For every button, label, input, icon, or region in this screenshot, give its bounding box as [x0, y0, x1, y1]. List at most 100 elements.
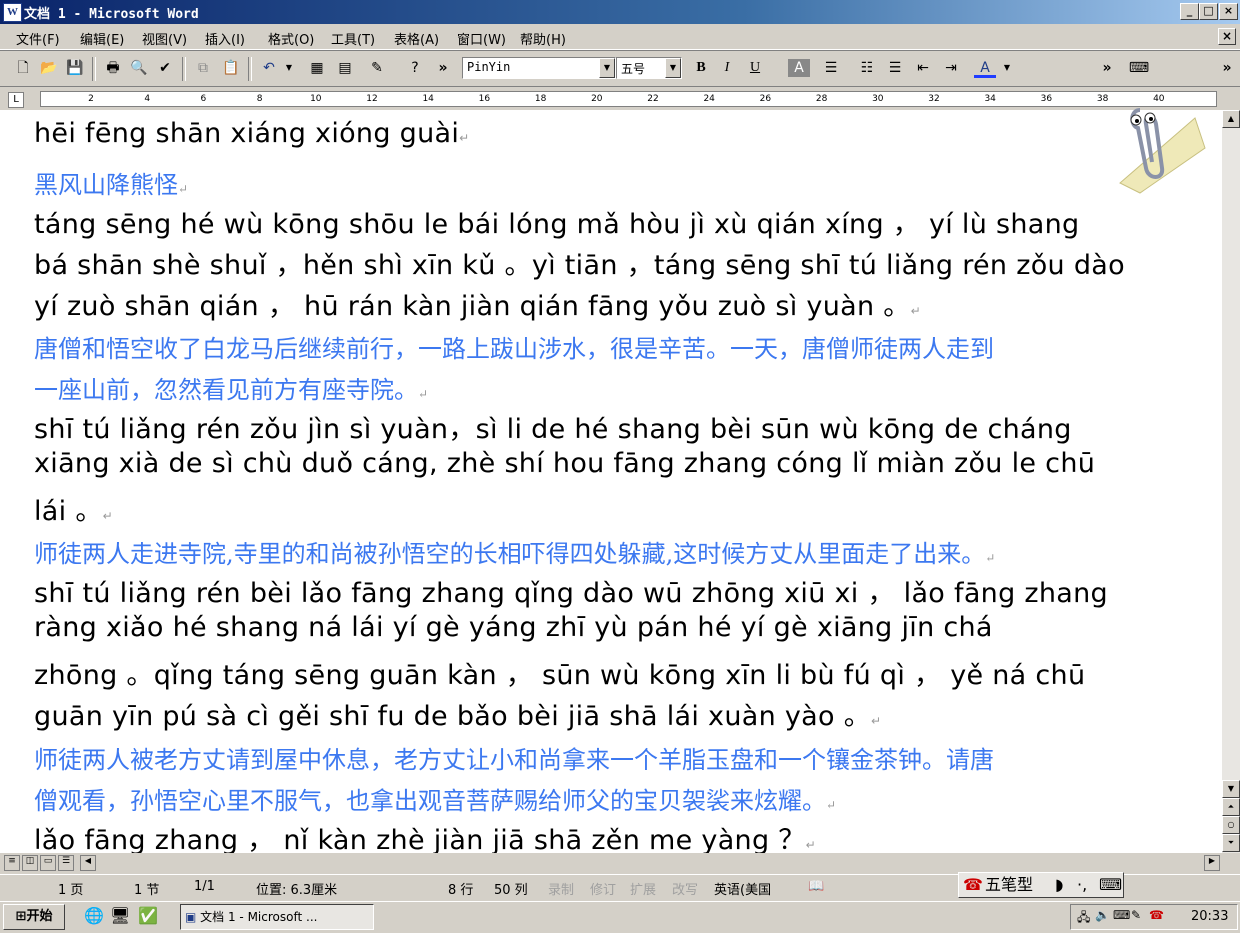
print-view-icon[interactable]: ▭: [40, 855, 56, 871]
copy-icon[interactable]: ⧉: [192, 57, 214, 79]
scroll-left-icon[interactable]: ◀: [80, 855, 96, 871]
minimize-button[interactable]: _: [1180, 3, 1199, 20]
help-icon[interactable]: ?: [404, 57, 426, 79]
pinyin-line[interactable]: yí zuò shān qián ， hū rán kàn jiàn qián …: [34, 284, 921, 323]
undo-dropdown-icon[interactable]: ▼: [278, 57, 300, 79]
network-icon[interactable]: 🖧: [1077, 908, 1090, 929]
chinese-line[interactable]: 一座山前，忽然看见前方有座寺院。↵: [34, 370, 428, 405]
pinyin-line[interactable]: guān yīn pú sà cì gěi shī fu de bǎo bèi …: [34, 694, 881, 733]
status-overtype[interactable]: 改写: [672, 879, 698, 898]
font-name-select[interactable]: PinYin ▼: [462, 57, 616, 79]
pinyin-line[interactable]: táng sēng hé wù kōng shōu le bái lóng mǎ…: [34, 202, 1079, 241]
chinese-line[interactable]: 师徒两人走进寺院,寺里的和尚被孙悟空的长相吓得四处躲藏,这时候方丈从里面走了出来…: [34, 534, 995, 569]
punctuation-icon[interactable]: ·,: [1077, 873, 1087, 897]
outline-view-icon[interactable]: ☰: [58, 855, 74, 871]
font-size-select[interactable]: 五号 ▼: [616, 57, 682, 79]
pinyin-line[interactable]: ràng xiǎo hé shang ná lái yí gè yáng zhī…: [34, 612, 993, 643]
maximize-button[interactable]: □: [1199, 3, 1218, 20]
scroll-up-icon[interactable]: ▲: [1222, 110, 1240, 128]
status-record[interactable]: 录制: [548, 879, 574, 898]
menu-help[interactable]: 帮助(H): [520, 29, 566, 48]
menu-tools[interactable]: 工具(T): [331, 29, 375, 48]
toolbar-overflow-icon[interactable]: »: [432, 57, 454, 79]
channels-quicklaunch-icon[interactable]: ✅: [138, 906, 158, 925]
insert-table-icon[interactable]: ▤: [334, 57, 356, 79]
horizontal-scrollbar[interactable]: ≡ ◫ ▭ ☰ ◀ ▶: [0, 853, 1240, 873]
next-page-icon[interactable]: ⏷: [1222, 834, 1240, 852]
pinyin-line[interactable]: lái 。↵: [34, 489, 113, 528]
close-button[interactable]: ×: [1219, 3, 1238, 20]
pinyin-line[interactable]: hēi fēng shān xiáng xióng guài↵: [34, 118, 470, 149]
chinese-line[interactable]: 唐僧和悟空收了白龙马后继续前行，一路上跋山涉水，很是辛苦。一天，唐僧师徒两人走到: [34, 329, 994, 364]
tab-selector-icon[interactable]: L: [8, 92, 24, 108]
underline-button[interactable]: U: [744, 57, 766, 79]
menu-window[interactable]: 窗口(W): [457, 29, 506, 48]
numbered-list-icon[interactable]: ☷: [856, 57, 878, 79]
chinese-line[interactable]: 僧观看，孙悟空心里不服气，也拿出观音菩萨赐给师父的宝贝袈裟来炫耀。↵: [34, 781, 836, 816]
chinese-line[interactable]: 师徒两人被老方丈请到屋中休息，老方丈让小和尚拿来一个羊脂玉盘和一个镶金茶钟。请唐: [34, 740, 994, 775]
pinyin-line[interactable]: bá shān shè shuǐ ，hěn shì xīn kǔ 。yì tiā…: [34, 243, 1125, 282]
chevron-down-icon[interactable]: ▼: [665, 58, 681, 78]
print-preview-icon[interactable]: 🔍: [128, 57, 150, 79]
font-color-button[interactable]: A: [974, 57, 996, 78]
save-icon[interactable]: 💾: [64, 57, 86, 79]
volume-icon[interactable]: 🔈: [1095, 908, 1110, 922]
decrease-indent-icon[interactable]: ⇤: [912, 57, 934, 79]
status-track[interactable]: 修订: [590, 879, 616, 898]
status-extend[interactable]: 扩展: [630, 879, 656, 898]
scroll-down-icon[interactable]: ▼: [1222, 780, 1240, 798]
previous-page-icon[interactable]: ⏶: [1222, 798, 1240, 816]
web-view-icon[interactable]: ◫: [22, 855, 38, 871]
menu-file[interactable]: 文件(F): [16, 29, 60, 48]
chinese-line[interactable]: 黑风山降熊怪↵: [34, 165, 188, 200]
ime-tray-icon[interactable]: ☎: [1149, 908, 1164, 922]
new-document-icon[interactable]: 🗋: [12, 57, 34, 79]
paste-icon[interactable]: 📋: [220, 57, 242, 79]
pen-icon[interactable]: ✎: [1131, 908, 1141, 922]
office-assistant-clippy[interactable]: [1100, 98, 1210, 198]
pinyin-line[interactable]: xiāng xià de sì chù duǒ cáng, zhè shí ho…: [34, 448, 1095, 479]
taskbar-word-button[interactable]: ▣ 文档 1 - Microsoft ...: [180, 904, 374, 930]
drawing-icon[interactable]: ✎: [366, 57, 388, 79]
ie-quicklaunch-icon[interactable]: 🌐: [84, 906, 104, 925]
tables-borders-icon[interactable]: ⌨: [1128, 57, 1150, 79]
normal-view-icon[interactable]: ≡: [4, 855, 20, 871]
undo-icon[interactable]: ↶: [258, 57, 280, 79]
half-width-icon[interactable]: ◗: [1055, 873, 1063, 897]
pinyin-line[interactable]: shī tú liǎng rén zǒu jìn sì yuàn，sì li d…: [34, 407, 1072, 446]
input-method-icon[interactable]: ⌨: [1113, 908, 1130, 922]
toolbar-overflow-icon[interactable]: »: [1096, 57, 1118, 79]
menu-table[interactable]: 表格(A): [394, 29, 439, 48]
italic-button[interactable]: I: [716, 57, 738, 79]
bold-button[interactable]: B: [690, 57, 712, 79]
bulleted-list-icon[interactable]: ☰: [884, 57, 906, 79]
vertical-scrollbar[interactable]: [1222, 110, 1240, 853]
open-folder-icon[interactable]: 📂: [38, 57, 60, 79]
pinyin-line[interactable]: zhōng 。qǐng táng sēng guān kàn ， sūn wù …: [34, 653, 1085, 692]
print-icon[interactable]: 🖶: [102, 57, 124, 79]
start-button[interactable]: ⊞开始: [3, 904, 65, 930]
ime-logo-icon[interactable]: ☎: [963, 873, 983, 897]
soft-keyboard-icon[interactable]: ⌨: [1099, 873, 1122, 897]
desktop-quicklaunch-icon[interactable]: 🖥: [110, 906, 130, 925]
pinyin-line[interactable]: lǎo fāng zhang ， nǐ kàn zhè jiàn jiā shā…: [34, 818, 816, 853]
menu-format[interactable]: 格式(O): [268, 29, 314, 48]
ime-mode-label[interactable]: 五笔型: [985, 873, 1033, 897]
menu-edit[interactable]: 编辑(E): [80, 29, 124, 48]
menu-insert[interactable]: 插入(I): [205, 29, 245, 48]
align-center-icon[interactable]: ☰: [820, 57, 842, 79]
document-close-button[interactable]: ×: [1218, 28, 1236, 45]
table-icon[interactable]: ▦: [306, 57, 328, 79]
spelling-status-icon[interactable]: 📖: [808, 879, 824, 894]
spelling-icon[interactable]: ✔: [154, 57, 176, 79]
pinyin-line[interactable]: shī tú liǎng rén bèi lǎo fāng zhang qǐng…: [34, 571, 1108, 610]
word-app-icon[interactable]: W: [3, 3, 22, 22]
toolbar-overflow-icon[interactable]: »: [1216, 57, 1238, 79]
select-browse-object-icon[interactable]: ○: [1222, 816, 1240, 834]
ruler-scale[interactable]: 2 4 6 8 10 12 14 16 18 20 22 24 26 28 30 32 34 36 38 40: [40, 91, 1217, 107]
document-page[interactable]: hēi fēng shān xiáng xióng guài↵ 黑风山降熊怪↵ tá…: [0, 110, 1222, 853]
menu-view[interactable]: 视图(V): [142, 29, 187, 48]
chevron-down-icon[interactable]: ▼: [599, 58, 615, 78]
scroll-right-icon[interactable]: ▶: [1204, 855, 1220, 871]
font-color-dropdown-icon[interactable]: ▼: [996, 57, 1018, 79]
